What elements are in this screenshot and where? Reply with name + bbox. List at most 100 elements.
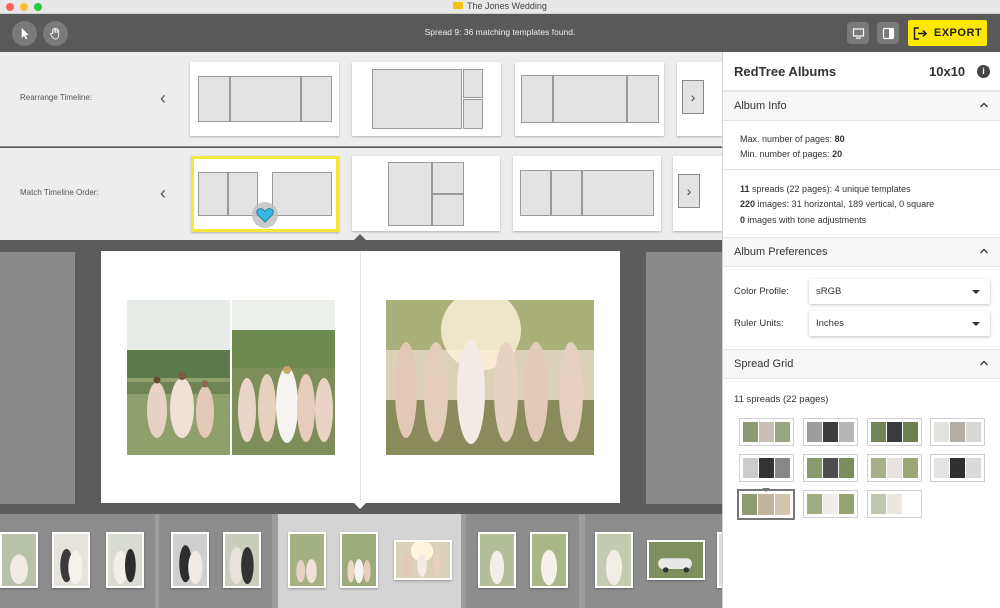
chevron-up-icon — [979, 360, 989, 366]
current-spread[interactable] — [101, 251, 620, 503]
thumb-photo — [290, 534, 324, 586]
images-count: 220 — [740, 199, 756, 209]
thumb-photo — [225, 534, 259, 586]
match-prev-arrow[interactable]: ‹ — [160, 184, 166, 202]
spread-grid-thumb[interactable] — [803, 418, 858, 446]
album-size: 10x10 — [929, 64, 966, 79]
export-icon — [913, 26, 927, 40]
filmstrip-spread-active[interactable] — [278, 514, 461, 608]
thumb-photo — [649, 542, 703, 578]
max-pages-text: Max. number of pages: 80 — [740, 134, 845, 144]
ruler-units-label: Ruler Units: — [734, 318, 784, 329]
match-next-button[interactable]: › — [673, 156, 722, 231]
selection-pointer-up — [354, 234, 366, 240]
spread-grid-thumb[interactable] — [739, 454, 794, 482]
favorite-template-button[interactable] — [252, 202, 278, 228]
window-title: The Jones Wedding — [0, 1, 1000, 11]
spread-photo-3[interactable] — [386, 300, 594, 455]
spread-photo-1[interactable] — [127, 300, 230, 455]
filmstrip-spread[interactable] — [466, 514, 579, 608]
rearrange-prev-arrow[interactable]: ‹ — [160, 89, 166, 107]
thumb-photo — [532, 534, 566, 586]
rearrange-template-2[interactable] — [352, 62, 501, 136]
template-cell — [553, 75, 627, 123]
spread-grid-header[interactable]: Spread Grid — [723, 349, 1000, 379]
tone-text: images with tone adjustments — [747, 215, 867, 225]
side-panel-icon — [882, 27, 894, 39]
thumb-photo — [480, 534, 514, 586]
toggle-panel-button[interactable] — [877, 22, 899, 44]
spread-grid-thumb[interactable] — [803, 454, 858, 482]
next-spread-page[interactable] — [646, 252, 722, 504]
rearrange-template-3[interactable] — [515, 62, 664, 136]
images-text: images: 31 horizontal, 189 vertical, 0 s… — [757, 199, 935, 209]
ruler-units-select[interactable]: Inches — [809, 311, 990, 336]
heart-icon — [256, 208, 274, 223]
template-cell — [230, 76, 301, 122]
tone-summary: 0 images with tone adjustments — [740, 215, 866, 225]
app-logo-icon — [453, 2, 464, 9]
min-pages-label: Min. number of pages: — [740, 149, 830, 159]
template-cell — [272, 172, 332, 216]
window-title-text: The Jones Wedding — [467, 1, 547, 11]
filmstrip-thumb[interactable] — [340, 532, 378, 588]
filmstrip-thumb[interactable] — [530, 532, 568, 588]
rearrange-next-button[interactable]: › — [677, 62, 722, 136]
thumb-photo — [342, 534, 376, 586]
filmstrip-spread[interactable] — [585, 514, 722, 608]
filmstrip-thumb[interactable] — [478, 532, 516, 588]
spreads-summary: 11 spreads (22 pages): 4 unique template… — [740, 184, 911, 194]
filmstrip-spread[interactable] — [0, 514, 155, 608]
spread-grid-thumb[interactable] — [930, 418, 985, 446]
color-profile-select[interactable]: sRGB — [809, 279, 990, 304]
album-info-header[interactable]: Album Info — [723, 91, 1000, 121]
thumb-photo — [108, 534, 142, 586]
color-profile-value: sRGB — [816, 286, 842, 297]
template-cell — [520, 170, 551, 216]
spread-photo-2[interactable] — [232, 300, 335, 455]
selected-pointer — [762, 488, 770, 492]
info-icon[interactable]: i — [977, 65, 990, 78]
match-timeline-row: Match Timeline Order: ‹ › — [0, 148, 722, 240]
filmstrip-thumb[interactable] — [52, 532, 90, 588]
chevron-up-icon — [979, 102, 989, 108]
filmstrip-thumb[interactable] — [394, 540, 452, 580]
filmstrip-thumb[interactable] — [106, 532, 144, 588]
thumb-photo — [396, 542, 450, 578]
thumb-photo — [173, 534, 207, 586]
filmstrip-thumb[interactable] — [223, 532, 261, 588]
album-preferences-header[interactable]: Album Preferences — [723, 237, 1000, 267]
previous-spread-page[interactable] — [0, 252, 75, 504]
spreads-count: 11 — [740, 184, 750, 194]
filmstrip-thumb[interactable] — [647, 540, 705, 580]
match-template-2[interactable] — [352, 156, 500, 231]
template-cell — [551, 170, 582, 216]
color-profile-label: Color Profile: — [734, 286, 789, 297]
chevron-right-icon: › — [682, 80, 704, 114]
spread-filmstrip — [0, 514, 722, 608]
selection-pointer-down — [354, 503, 366, 509]
album-brand: RedTree Albums — [734, 64, 837, 79]
spread-grid-count: 11 spreads (22 pages) — [734, 394, 829, 405]
spread-grid-thumb[interactable] — [867, 454, 922, 482]
filmstrip-thumb[interactable] — [595, 532, 633, 588]
rearrange-timeline-label: Rearrange Timeline: — [20, 93, 93, 102]
spread-grid-thumb[interactable] — [867, 418, 922, 446]
template-cell — [198, 76, 230, 122]
filmstrip-spread[interactable] — [159, 514, 272, 608]
spread-grid-thumb[interactable] — [803, 490, 858, 518]
export-button[interactable]: EXPORT — [908, 20, 987, 46]
spread-grid-thumb[interactable] — [930, 454, 985, 482]
single-view-button[interactable] — [847, 22, 869, 44]
dropdown-arrow-icon — [972, 290, 980, 294]
rearrange-template-1[interactable] — [190, 62, 339, 136]
bridesmaids-walking-photo — [386, 300, 594, 455]
spread-grid-thumb[interactable] — [867, 490, 922, 518]
filmstrip-thumb[interactable] — [288, 532, 326, 588]
filmstrip-thumb[interactable] — [0, 532, 38, 588]
filmstrip-thumb[interactable] — [171, 532, 209, 588]
spread-grid-thumb[interactable] — [739, 418, 794, 446]
rearrange-timeline-row: Rearrange Timeline: ‹ › — [0, 52, 722, 147]
match-template-3[interactable] — [513, 156, 661, 231]
spread-grid-thumb-selected[interactable] — [737, 489, 795, 520]
